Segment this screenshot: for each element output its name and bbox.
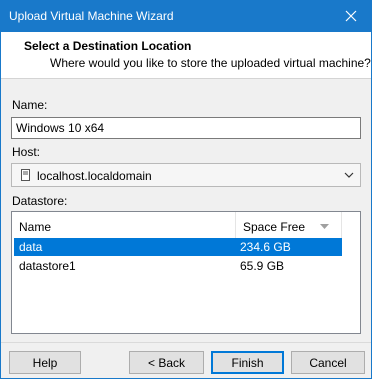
close-icon: [345, 10, 357, 22]
table-row[interactable]: data 234.6 GB: [14, 238, 342, 256]
sort-descending-icon: [320, 224, 329, 229]
back-button[interactable]: < Back: [129, 351, 204, 374]
datastore-label: Datastore:: [12, 194, 68, 208]
column-header-space-free[interactable]: Space Free: [236, 212, 342, 238]
page-subheading: Where would you like to store the upload…: [50, 56, 371, 70]
chevron-down-icon: [344, 172, 354, 178]
page-heading: Select a Destination Location: [24, 39, 192, 53]
server-icon: [21, 169, 30, 181]
table-header: Name Space Free: [12, 212, 360, 238]
title-bar: Upload Virtual Machine Wizard: [1, 1, 371, 32]
row-space-free: 65.9 GB: [240, 259, 285, 273]
table-row[interactable]: datastore1 65.9 GB: [14, 257, 342, 275]
help-button[interactable]: Help: [9, 351, 81, 374]
footer-divider: [1, 342, 371, 343]
finish-button[interactable]: Finish: [211, 351, 284, 374]
close-button[interactable]: [331, 1, 371, 31]
row-name: data: [19, 240, 43, 254]
wizard-header: Select a Destination Location Where woul…: [1, 32, 371, 79]
column-header-space-free-label: Space Free: [243, 220, 306, 234]
window-title: Upload Virtual Machine Wizard: [9, 9, 174, 23]
datastore-table: Name Space Free data 234.6 GB datastore1…: [11, 211, 361, 334]
column-header-name[interactable]: Name: [12, 212, 236, 238]
host-label: Host:: [12, 145, 41, 159]
name-label: Name:: [12, 98, 48, 112]
name-input[interactable]: Windows 10 x64: [11, 117, 361, 139]
host-selected-value: localhost.localdomain: [37, 169, 152, 183]
wizard-window: Upload Virtual Machine Wizard Select a D…: [0, 0, 372, 379]
host-dropdown[interactable]: localhost.localdomain: [11, 163, 361, 187]
row-space-free: 234.6 GB: [240, 240, 291, 254]
row-name: datastore1: [19, 259, 76, 273]
cancel-button[interactable]: Cancel: [291, 351, 365, 374]
